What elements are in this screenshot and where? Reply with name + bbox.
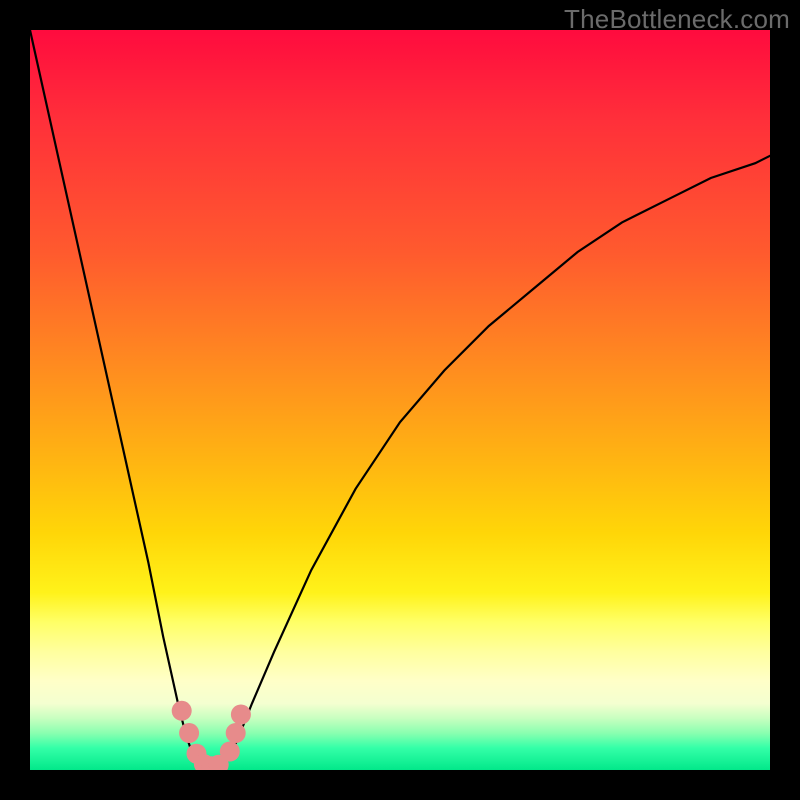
highlight-dot (179, 723, 199, 743)
highlight-dot (226, 723, 246, 743)
chart-plot-area (30, 30, 770, 770)
highlight-dot (220, 742, 240, 762)
bottleneck-curve-path (30, 30, 770, 768)
highlight-dot-group (172, 701, 251, 770)
watermark-text: TheBottleneck.com (564, 4, 790, 35)
highlight-dot (231, 705, 251, 725)
chart-svg (30, 30, 770, 770)
highlight-dot (172, 701, 192, 721)
chart-frame: TheBottleneck.com (0, 0, 800, 800)
